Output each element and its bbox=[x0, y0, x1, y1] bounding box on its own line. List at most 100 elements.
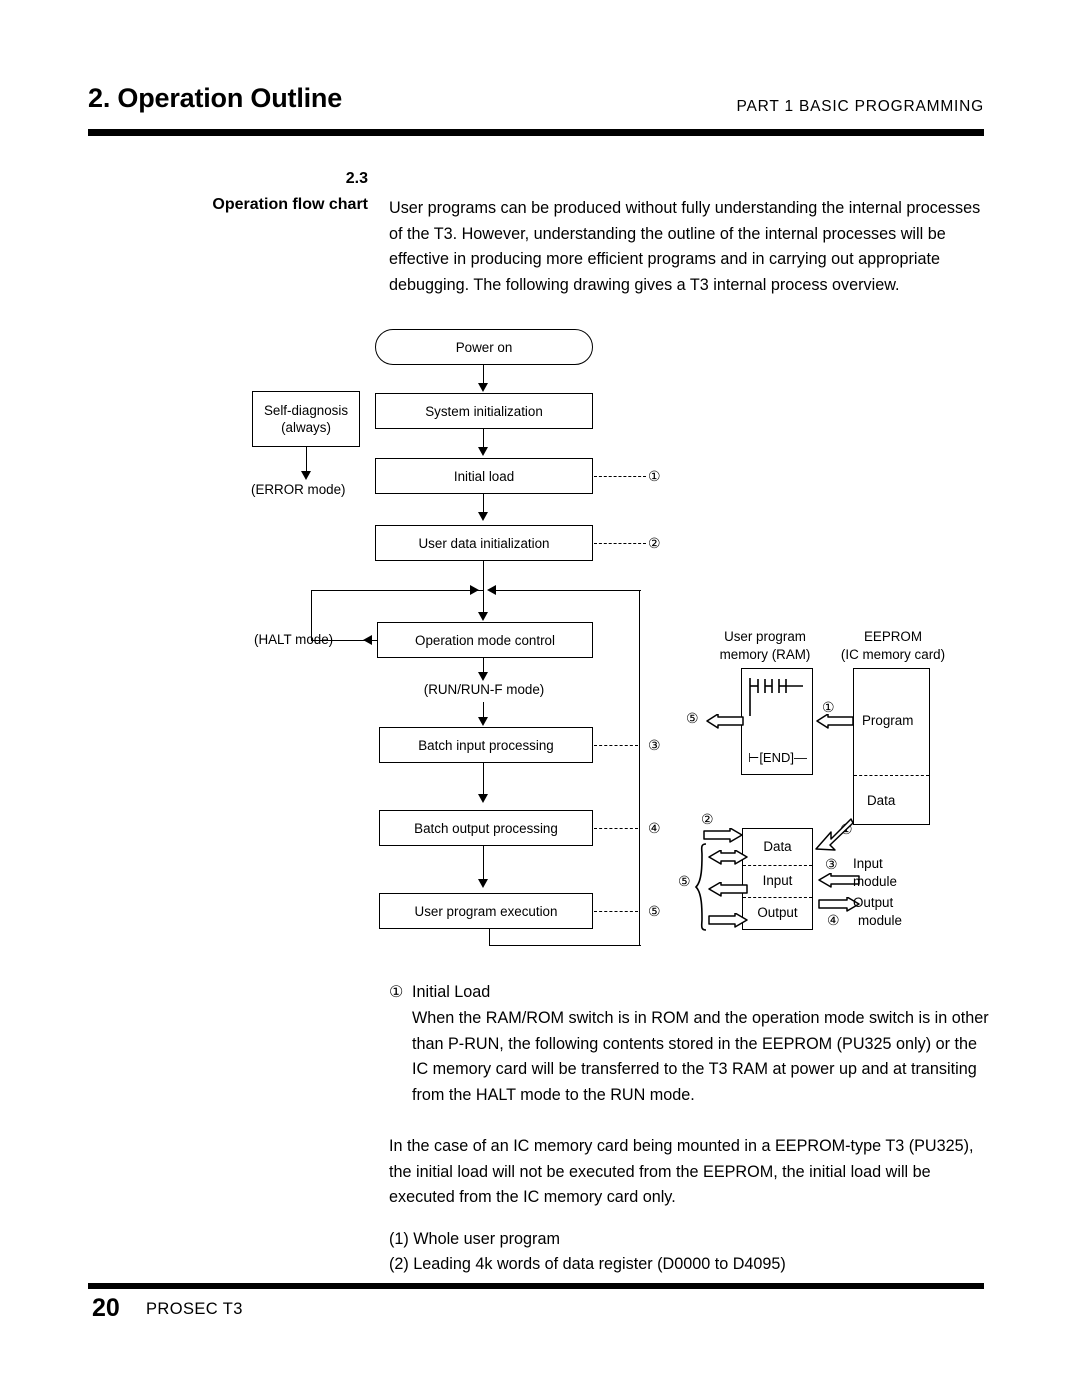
arrowhead-down-opmode bbox=[478, 612, 488, 621]
ram-end-symbol: ⊢[END]— bbox=[748, 750, 807, 765]
flow-node-system-initialization: System initialization bbox=[375, 393, 593, 429]
callout-line-2 bbox=[594, 543, 646, 544]
connector-power-to-sysinit bbox=[483, 365, 484, 385]
open-arrow-left-input bbox=[708, 882, 748, 897]
connector-userdata-to-junction bbox=[483, 561, 484, 590]
ram-input-label: Input bbox=[762, 873, 793, 888]
memory-mark-2-data: ② bbox=[701, 811, 714, 827]
chapter-title: 2. Operation Outline bbox=[88, 83, 343, 113]
arrowhead-down-error-mode bbox=[301, 471, 311, 480]
arrowhead-down-initload bbox=[478, 447, 488, 456]
note-list-item-1: (1) Whole user program bbox=[389, 1230, 560, 1248]
callout-marker-2: ② bbox=[648, 535, 661, 551]
output-module-label-2: module bbox=[858, 913, 902, 928]
connector-initload-to-userdata bbox=[483, 494, 484, 514]
ram-output-label: Output bbox=[757, 905, 798, 920]
flow-node-operation-mode-control-label: Operation mode control bbox=[415, 632, 555, 648]
section-number: 2.3 bbox=[345, 170, 368, 187]
arrowhead-down-userdata bbox=[478, 512, 488, 521]
loop-return-vertical bbox=[639, 590, 640, 945]
input-module-label-2: module bbox=[853, 874, 897, 889]
output-module-label-1: Output bbox=[853, 895, 894, 910]
memory-mark-1-program: ① bbox=[822, 699, 835, 715]
flow-node-power-on-label: Power on bbox=[455, 339, 513, 355]
ram-title-line-2: memory (RAM) bbox=[719, 647, 811, 662]
callout-marker-5: ⑤ bbox=[648, 903, 661, 919]
open-arrow-left-ram-out bbox=[706, 714, 744, 729]
flow-label-error-mode: (ERROR mode) bbox=[251, 482, 346, 497]
arrowhead-down-batchout bbox=[478, 794, 488, 803]
flow-node-user-program-execution-label: User program execution bbox=[414, 903, 558, 919]
page: 2. Operation Outline PART 1 BASIC PROGRA… bbox=[0, 0, 1080, 1397]
flow-node-system-initialization-label: System initialization bbox=[425, 403, 543, 419]
callout-line-1 bbox=[594, 476, 646, 477]
arrowhead-down-userprog bbox=[478, 879, 488, 888]
callout-line-4 bbox=[594, 828, 638, 829]
memory-mark-3-input: ③ bbox=[825, 856, 838, 872]
footer-product-name: PROSEC T3 bbox=[146, 1300, 243, 1318]
arrowhead-down-batchin bbox=[478, 717, 488, 726]
eeprom-data-label: Data bbox=[867, 793, 896, 808]
connector-sysinit-to-initload bbox=[483, 429, 484, 449]
arrowhead-left-halt bbox=[363, 635, 372, 645]
flow-node-power-on: Power on bbox=[375, 329, 593, 365]
arrowhead-left-junction bbox=[487, 585, 496, 595]
eeprom-program-label: Program bbox=[862, 713, 914, 728]
flow-label-halt-mode: (HALT mode) bbox=[254, 632, 334, 647]
flow-node-batch-output-processing: Batch output processing bbox=[379, 810, 593, 846]
memory-mark-5-program: ⑤ bbox=[686, 710, 699, 726]
arrowhead-down-runlabel bbox=[478, 672, 488, 681]
flow-node-operation-mode-control: Operation mode control bbox=[377, 622, 593, 658]
eeprom-title-line-2: (IC memory card) bbox=[840, 647, 946, 662]
connector-selfdiag-to-error bbox=[306, 447, 307, 473]
loop-return-stub bbox=[489, 929, 490, 946]
arrowhead-right-junction bbox=[470, 585, 479, 595]
callout-marker-4: ④ bbox=[648, 820, 661, 836]
section-name: Operation flow chart bbox=[212, 196, 368, 213]
note-list-item-2: (2) Leading 4k words of data register (D… bbox=[389, 1255, 786, 1273]
brace-bracket-icon bbox=[694, 843, 707, 931]
flow-node-self-diagnosis: Self-diagnosis (always) bbox=[252, 391, 360, 447]
flow-node-batch-output-processing-label: Batch output processing bbox=[414, 820, 558, 836]
open-arrow-right-output bbox=[708, 913, 748, 928]
note-1-title: Initial Load bbox=[412, 983, 491, 1001]
note-1-body: When the RAM/ROM switch is in ROM and th… bbox=[412, 1009, 989, 1104]
self-diagnosis-label-2: (always) bbox=[281, 420, 331, 435]
input-module-label-1: Input bbox=[853, 856, 883, 871]
flow-node-user-program-execution: User program execution bbox=[379, 893, 593, 929]
open-arrow-bidirectional-data bbox=[708, 850, 748, 865]
self-diagnosis-label-1: Self-diagnosis bbox=[263, 403, 349, 418]
flow-label-run-mode: (RUN/RUN-F mode) bbox=[423, 682, 545, 697]
flow-node-user-data-initialization: User data initialization bbox=[375, 525, 593, 561]
open-arrow-diagonal-eeprom-data-to-ram bbox=[815, 818, 854, 851]
eeprom-divider bbox=[854, 775, 929, 776]
callout-marker-3: ③ bbox=[648, 737, 661, 753]
flow-node-initial-load-label: Initial load bbox=[453, 468, 515, 484]
merge-line-left bbox=[311, 590, 483, 591]
callout-line-3 bbox=[594, 745, 638, 746]
ram-title-line-1: User program bbox=[724, 629, 806, 644]
loop-return-horizontal bbox=[489, 945, 641, 946]
flow-node-user-data-initialization-label: User data initialization bbox=[418, 535, 550, 551]
note-2-body: In the case of an IC memory card being m… bbox=[389, 1137, 974, 1206]
footer-rule bbox=[88, 1283, 984, 1289]
callout-line-5 bbox=[594, 911, 638, 912]
flow-node-batch-input-processing-label: Batch input processing bbox=[418, 737, 554, 753]
flow-node-initial-load: Initial load bbox=[375, 458, 593, 494]
ram-data-label: Data bbox=[763, 839, 792, 854]
memory-mark-4-output: ④ bbox=[827, 912, 840, 928]
open-arrow-left-eeprom-to-ram bbox=[816, 714, 854, 729]
merge-line-right bbox=[489, 590, 641, 591]
callout-marker-1: ① bbox=[648, 468, 661, 484]
memory-mark-5-io: ⑤ bbox=[678, 873, 691, 889]
note-1-marker: ① bbox=[389, 983, 404, 1001]
open-arrow-right-into-data bbox=[703, 828, 743, 843]
section-intro: User programs can be produced without fu… bbox=[389, 199, 981, 294]
part-label: PART 1 BASIC PROGRAMMING bbox=[736, 98, 984, 115]
ram-data-io-divider-1 bbox=[743, 865, 812, 866]
page-number: 20 bbox=[92, 1294, 120, 1322]
ram-data-io-divider-2 bbox=[743, 897, 812, 898]
arrowhead-down-sysinit bbox=[478, 383, 488, 392]
eeprom-title-line-1: EEPROM bbox=[863, 629, 923, 644]
header-rule bbox=[88, 129, 984, 136]
